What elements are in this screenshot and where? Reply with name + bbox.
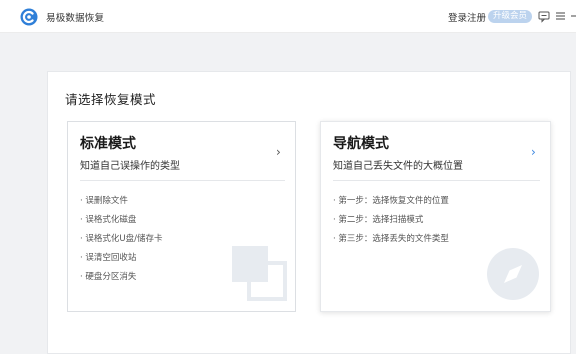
standard-mode-card[interactable]: 标准模式 知道自己误操作的类型 › · 误删除文件 · 误格式化磁盘 · 误格式…	[67, 121, 296, 312]
card-step-list: · 第一步：选择恢复文件的位置 · 第二步：选择扫描模式 · 第三步：选择丢失的…	[333, 195, 449, 252]
list-item: · 误格式化U盘/储存卡	[80, 234, 163, 244]
menu-icon[interactable]	[555, 9, 566, 23]
page-title: 请选择恢复模式	[65, 92, 157, 107]
list-item: · 第三步：选择丢失的文件类型	[333, 234, 449, 244]
card-divider	[80, 180, 285, 181]
feedback-icon[interactable]	[538, 9, 550, 23]
login-register-link[interactable]: 登录注册	[448, 10, 486, 24]
title-bar: 易极数据恢复 登录注册 升级会员	[0, 0, 576, 33]
card-title: 标准模式	[80, 136, 136, 152]
minimize-icon[interactable]	[570, 9, 576, 23]
list-item: · 第二步：选择扫描模式	[333, 215, 424, 225]
compass-icon	[487, 248, 539, 300]
upgrade-member-button[interactable]: 升级会员	[488, 10, 532, 23]
app-logo-icon	[20, 8, 38, 26]
list-item: · 硬盘分区消失	[80, 272, 137, 282]
list-item: · 误删除文件	[80, 196, 128, 206]
chevron-right-icon: ›	[531, 145, 536, 159]
card-feature-list: · 误删除文件 · 误格式化磁盘 · 误格式化U盘/储存卡 · 误清空回收站 ·…	[80, 195, 163, 290]
list-item: · 误清空回收站	[80, 253, 137, 263]
card-subtitle: 知道自己误操作的类型	[80, 161, 180, 172]
stacked-squares-icon	[232, 246, 287, 301]
list-item: · 误格式化磁盘	[80, 215, 137, 225]
card-title: 导航模式	[333, 136, 389, 152]
app-title: 易极数据恢复	[46, 13, 105, 24]
guide-mode-card[interactable]: 导航模式 知道自己丢失文件的大概位置 › · 第一步：选择恢复文件的位置 · 第…	[320, 121, 551, 312]
card-subtitle: 知道自己丢失文件的大概位置	[333, 161, 463, 172]
chevron-right-icon: ›	[276, 145, 281, 159]
list-item: · 第一步：选择恢复文件的位置	[333, 196, 449, 206]
card-divider	[333, 180, 540, 181]
